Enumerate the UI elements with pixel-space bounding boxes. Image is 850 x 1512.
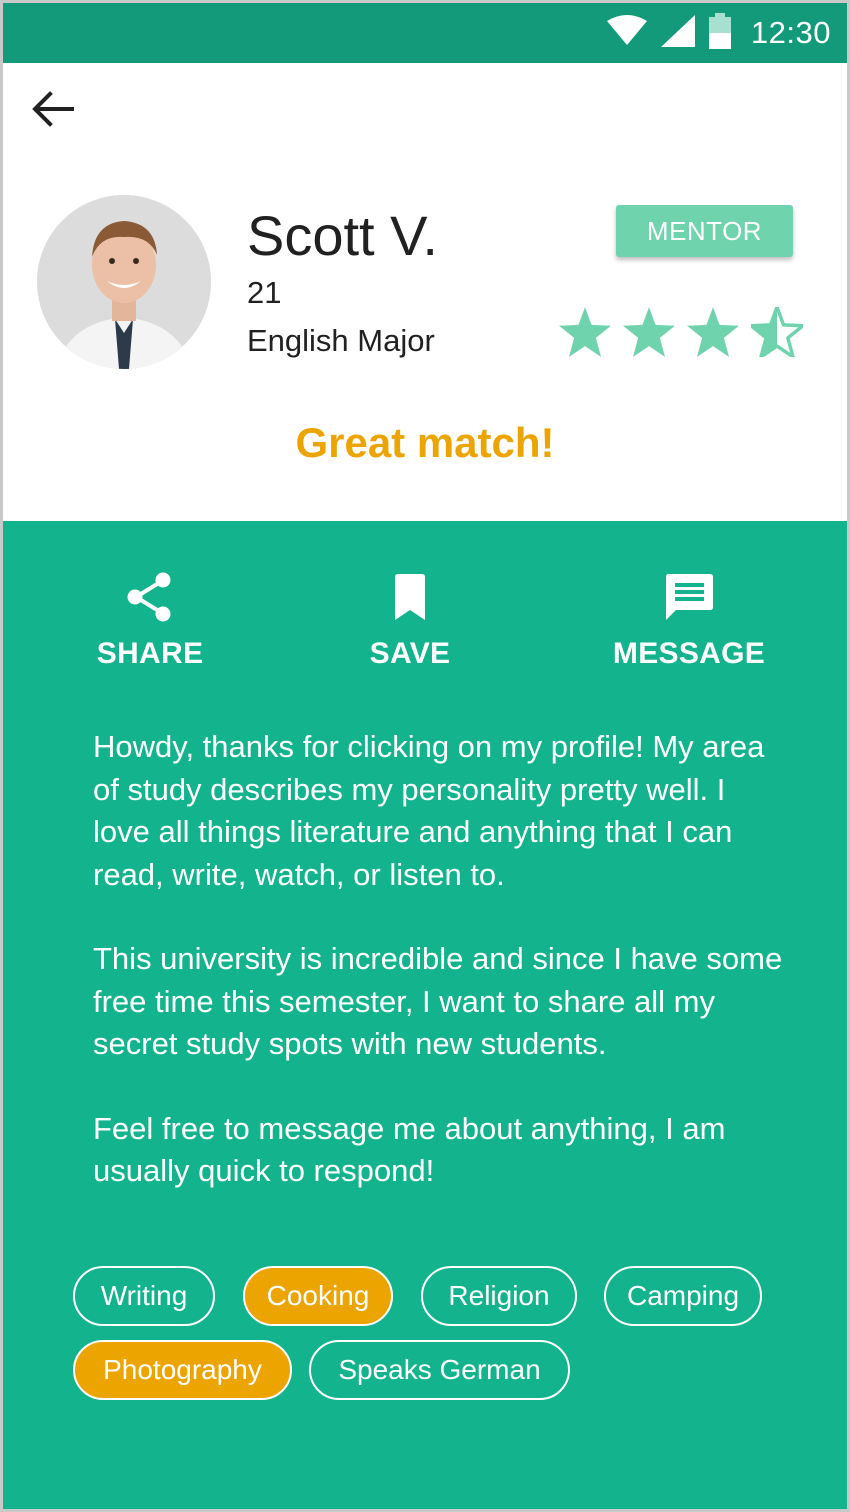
star-full-icon <box>623 307 675 357</box>
bookmark-icon <box>392 573 428 625</box>
battery-icon <box>708 12 731 54</box>
tag-cooking[interactable]: Cooking <box>243 1266 393 1326</box>
profile-name: Scott V. <box>247 204 438 267</box>
message-label: MESSAGE <box>612 637 766 670</box>
star-full-icon <box>687 307 739 357</box>
star-half-icon <box>751 307 803 357</box>
tag-label: Camping <box>626 1280 740 1311</box>
arrow-left-icon <box>32 90 74 132</box>
share-label: SHARE <box>96 637 204 670</box>
profile-major: English Major <box>247 323 435 358</box>
star-rating <box>559 307 803 357</box>
tag-label: Cooking <box>266 1280 370 1311</box>
status-icons: 12:30 <box>606 3 831 63</box>
back-button[interactable] <box>29 87 77 135</box>
avatar-photo <box>37 195 211 369</box>
save-label: SAVE <box>369 637 451 670</box>
tag-label: Religion <box>448 1280 550 1311</box>
tag-writing[interactable]: Writing <box>73 1266 215 1326</box>
message-icon <box>664 572 714 627</box>
share-icon <box>126 572 174 627</box>
action-bar: SHARE SAVE MESSAGE <box>3 571 847 681</box>
mentor-badge: MENTOR <box>616 205 793 257</box>
tag-label: Writing <box>100 1280 188 1311</box>
avatar <box>37 195 211 369</box>
bio-paragraph: Feel free to message me about anything, … <box>93 1110 726 1189</box>
tag-label: Photography <box>103 1354 262 1385</box>
star-full-icon <box>559 307 611 357</box>
status-bar: 12:30 <box>3 3 847 63</box>
profile-age: 21 <box>247 275 282 310</box>
tag-label: Speaks German <box>338 1354 541 1385</box>
tag-photography[interactable]: Photography <box>73 1340 292 1400</box>
status-time: 12:30 <box>750 15 831 50</box>
cell-signal-icon <box>660 14 695 52</box>
tag-camping[interactable]: Camping <box>604 1266 762 1326</box>
bio-paragraph: Howdy, thanks for clicking on my profile… <box>93 729 765 892</box>
match-text: Great match! <box>295 419 555 466</box>
share-button[interactable]: SHARE <box>95 571 205 671</box>
wifi-icon <box>606 14 647 52</box>
save-button[interactable]: SAVE <box>365 571 455 671</box>
tag-religion[interactable]: Religion <box>421 1266 577 1326</box>
profile-header: Scott V. 21 English Major MENTOR Great m… <box>3 63 847 521</box>
profile-content: SHARE SAVE MESSAGE Howdy, thanks for cli… <box>3 521 847 1509</box>
app-frame: 12:30 Scott V. 21 English Major MENTOR G… <box>0 0 850 1512</box>
bio-paragraph: This university is incredible and since … <box>93 941 783 1061</box>
message-button[interactable]: MESSAGE <box>609 571 769 671</box>
tag-speaks-german[interactable]: Speaks German <box>309 1340 570 1400</box>
bio-text: Howdy, thanks for clicking on my profile… <box>93 726 783 1235</box>
